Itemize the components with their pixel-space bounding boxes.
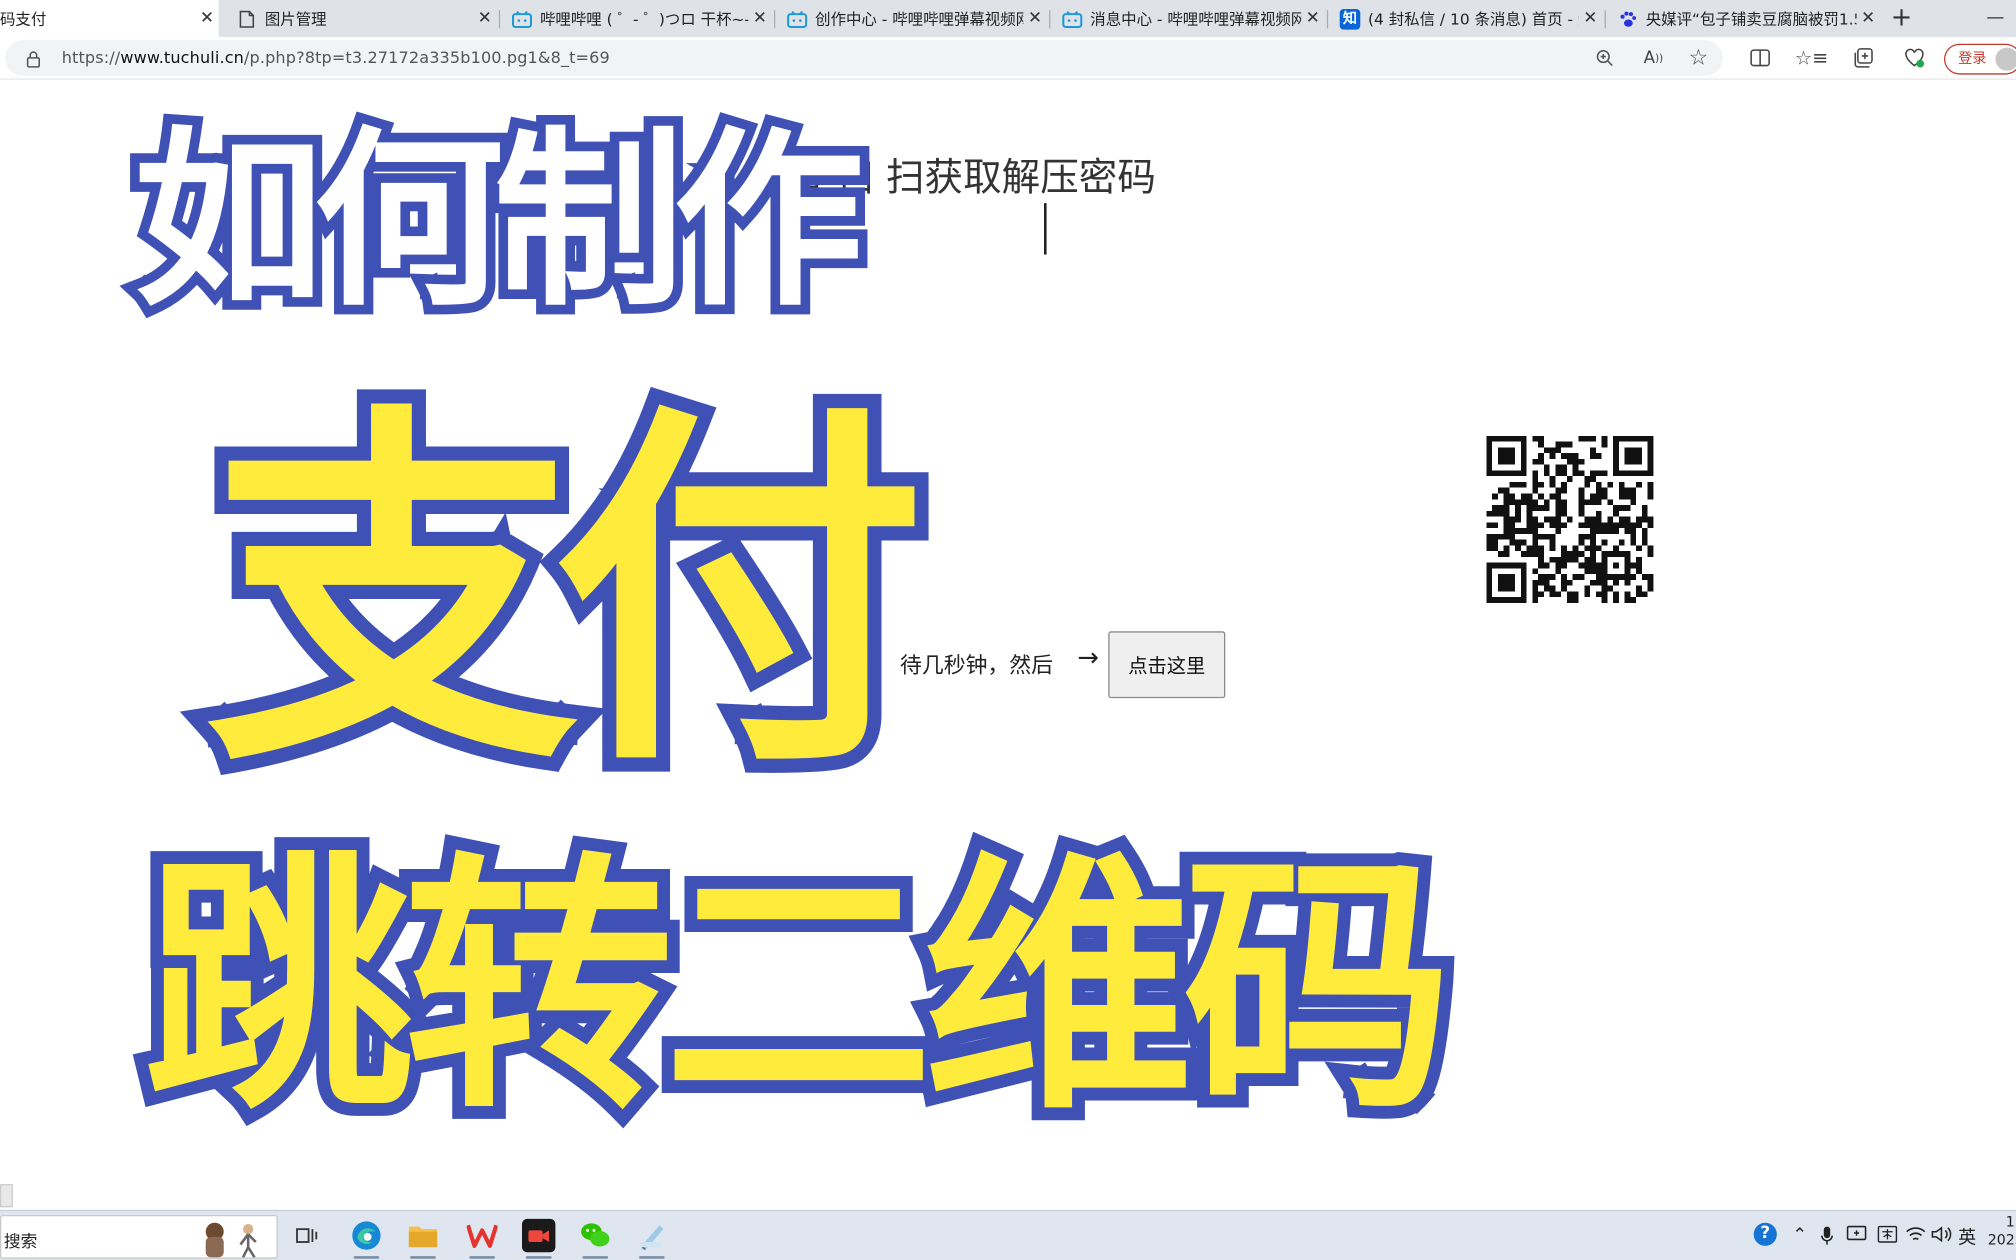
tab-active[interactable]: 码支付 ✕ — [0, 0, 219, 38]
help-icon[interactable]: ? — [1753, 1222, 1777, 1246]
tab-bilibili-messages[interactable]: 消息中心 - 哔哩哔哩弹幕视频网 ✕ — [1052, 0, 1325, 37]
read-aloud-icon[interactable]: A)) — [1643, 48, 1664, 69]
active-indicator — [582, 1256, 609, 1259]
bilibili-icon — [1062, 8, 1083, 29]
ime-language-indicator[interactable]: 英 — [1958, 1224, 1976, 1250]
tab-title: (4 封私信 / 10 条消息) 首页 - 知乎 — [1367, 10, 1579, 29]
chevron-up-icon[interactable]: ⌃ — [1792, 1225, 1807, 1246]
bilibili-icon — [511, 8, 533, 29]
tab-separator — [498, 10, 501, 29]
address-bar: https://www.tuchuli.cn/p.php?8tp=t3.2717… — [0, 37, 2016, 80]
avatar — [1995, 47, 2016, 71]
active-indicator — [638, 1256, 665, 1259]
file-explorer-icon[interactable] — [406, 1219, 439, 1259]
close-icon[interactable]: ✕ — [1857, 9, 1880, 28]
login-button[interactable]: 登录 — [1943, 43, 2016, 75]
split-screen-icon[interactable] — [1750, 48, 1771, 69]
collections-icon[interactable] — [1853, 48, 1874, 69]
minimize-icon[interactable]: — — [1986, 8, 2004, 29]
screen-share-icon[interactable] — [1846, 1225, 1867, 1248]
clock[interactable]: 1 2023 — [1988, 1214, 2016, 1250]
url-field[interactable]: https://www.tuchuli.cn/p.php?8tp=t3.2717… — [5, 39, 1723, 76]
bilibili-icon — [787, 8, 808, 29]
close-icon[interactable]: ✕ — [1301, 9, 1324, 28]
tab-title: 央媒评“包子铺卖豆腐脑被罚1.5万 — [1645, 10, 1857, 29]
edge-browser-icon[interactable] — [350, 1219, 383, 1259]
tab-title: 码支付 — [0, 10, 47, 29]
click-here-button[interactable]: 点击这里 — [1108, 631, 1226, 699]
wifi-icon[interactable] — [1905, 1225, 1926, 1248]
tab-title: 图片管理 — [264, 10, 327, 29]
tab-separator — [1604, 10, 1606, 29]
tab-bilibili-home[interactable]: 哔哩哔哩 ( ゜- ゜)つロ 干杯~-bili ✕ — [501, 0, 771, 37]
wait-instruction: 待几秒钟，然后 — [899, 653, 1053, 679]
tab-baidu-news[interactable]: 央媒评“包子铺卖豆腐脑被罚1.5万 ✕ — [1607, 0, 1880, 37]
active-indicator — [410, 1256, 436, 1259]
arrow-icon: → — [1077, 641, 1099, 673]
tab-title: 消息中心 - 哔哩哔哩弹幕视频网 — [1090, 10, 1302, 29]
taskbar: 搜索 ? ⌃ 英 1 202 — [0, 1209, 2016, 1260]
tab-bilibili-creator[interactable]: 创作中心 - 哔哩哔哩弹幕视频网 ✕ — [777, 0, 1047, 37]
screen: 码支付 ✕ 图片管理 ✕ 哔哩哔哩 ( ゜- ゜)つロ 干杯~-bili ✕ 创… — [0, 0, 2016, 1260]
taskbar-search-label: 搜索 — [3, 1232, 38, 1253]
tab-title: 创作中心 - 哔哩哔哩弹幕视频网 — [815, 10, 1024, 29]
browser-tab-bar: 码支付 ✕ 图片管理 ✕ 哔哩哔哩 ( ゜- ゜)つロ 干杯~-bili ✕ 创… — [0, 0, 2016, 38]
status-hint — [0, 1184, 13, 1208]
close-icon[interactable]: ✕ — [748, 9, 771, 28]
tab-title: 哔哩哔哩 ( ゜- ゜)つロ 干杯~-bili — [539, 10, 749, 29]
text-caret — [1043, 203, 1047, 255]
task-view-icon[interactable] — [291, 1219, 324, 1252]
favorite-star-icon[interactable]: ☆ — [1688, 45, 1709, 71]
payment-qr-code[interactable] — [1486, 435, 1654, 603]
overlay-title-line1: 如何制作 — [124, 110, 874, 332]
notepad-app-icon[interactable] — [635, 1219, 668, 1259]
lock-icon[interactable] — [26, 49, 41, 73]
tab-separator — [1326, 10, 1329, 29]
active-indicator — [525, 1256, 552, 1259]
zhihu-icon: 知 — [1339, 8, 1361, 29]
overlay-title-line2: 支付 — [192, 377, 940, 812]
browser-essentials-icon[interactable] — [1904, 48, 1925, 69]
tab-separator — [773, 10, 776, 29]
input-method-icon[interactable] — [1877, 1225, 1898, 1248]
taskbar-search[interactable]: 搜索 — [0, 1214, 278, 1259]
login-label: 登录 — [1958, 50, 1987, 67]
favorites-icon[interactable]: ☆≡ — [1795, 46, 1828, 69]
active-indicator — [353, 1256, 380, 1259]
active-indicator — [469, 1256, 495, 1259]
tab-image-manage[interactable]: 图片管理 ✕ — [226, 0, 496, 37]
url-text: https://www.tuchuli.cn/p.php?8tp=t3.2717… — [61, 47, 610, 67]
clock-date: 2023 — [1987, 1231, 2016, 1249]
new-tab-button[interactable]: + — [1887, 4, 1915, 32]
close-icon[interactable]: ✕ — [1023, 9, 1046, 28]
zoom-icon[interactable] — [1594, 48, 1615, 69]
tab-separator — [1049, 10, 1051, 29]
microphone-icon[interactable] — [1821, 1225, 1834, 1251]
close-icon[interactable]: ✕ — [1579, 9, 1602, 28]
baidu-paw-icon — [1617, 8, 1638, 29]
tab-zhihu[interactable]: 知 (4 封私信 / 10 条消息) 首页 - 知乎 ✕ — [1329, 0, 1602, 37]
wechat-icon[interactable] — [579, 1219, 612, 1259]
volume-icon[interactable] — [1931, 1225, 1952, 1248]
page-icon — [237, 8, 258, 29]
close-icon[interactable]: ✕ — [195, 9, 218, 28]
screen-recorder-icon[interactable] — [521, 1218, 556, 1259]
close-icon[interactable]: ✕ — [473, 9, 496, 28]
overlay-title-line3: 跳转二维码 — [131, 830, 1466, 1146]
clock-time: 1 — [2005, 1213, 2015, 1231]
wps-office-icon[interactable] — [465, 1219, 498, 1259]
search-highlight-image — [205, 1222, 257, 1258]
